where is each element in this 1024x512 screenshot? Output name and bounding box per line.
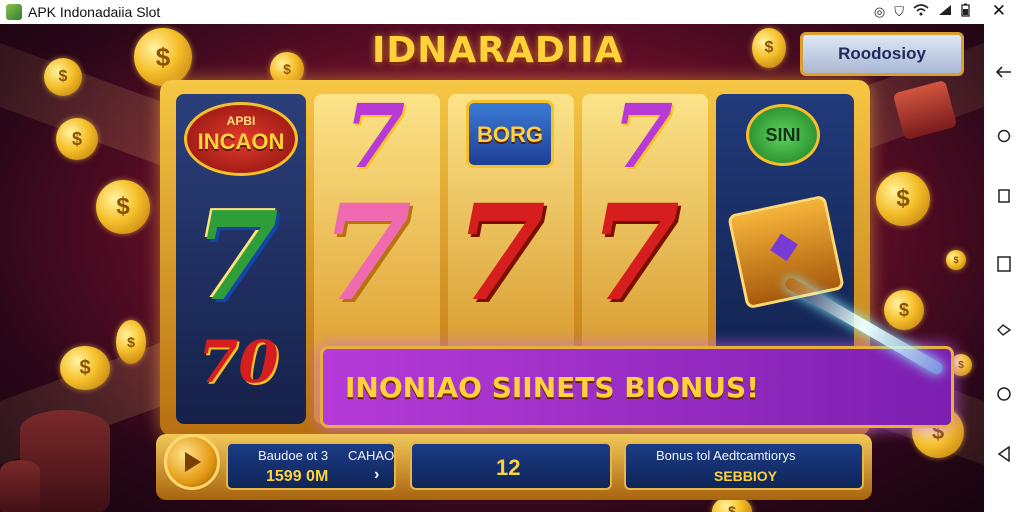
seven-symbol: 7 [612, 94, 674, 188]
back-arrow-icon[interactable] [994, 62, 1014, 82]
circle-button-icon[interactable] [994, 384, 1014, 404]
triangle-back-icon[interactable] [994, 444, 1014, 464]
bonus-box[interactable]: Bonus tol Aedtcamtiorys SEBBIOY [624, 442, 864, 490]
badge-main-text: INCAON [197, 129, 285, 154]
square-icon[interactable] [994, 186, 1014, 206]
coin-icon: $ [60, 346, 110, 390]
seven-symbol: 7 [588, 176, 680, 331]
play-icon [185, 452, 201, 472]
coin-icon: $ [752, 28, 786, 68]
status-icons: ◎ ⛉ [874, 3, 970, 20]
recent-apps-icon[interactable] [994, 254, 1014, 274]
seven-symbol: 7 [320, 176, 412, 331]
balance-value: 1599 0M [266, 468, 329, 485]
reel-3-badge: BORG [466, 100, 554, 168]
treasure-chest-icon [727, 194, 845, 310]
badge-text: BORG [477, 122, 543, 147]
top-menu-button[interactable]: Roodosioy [800, 32, 964, 76]
close-button[interactable]: ✕ [992, 1, 1006, 21]
spin-button[interactable] [164, 434, 220, 490]
balance-box[interactable]: Baudoe ot 3 CAHAO 1599 0M › [226, 442, 396, 490]
seven-symbol: 7 [454, 176, 546, 331]
rotate-icon[interactable] [994, 320, 1014, 340]
bonus-banner-text: INONIAO SIINETS BIONUS! [345, 371, 759, 404]
badge-text: SINI [765, 124, 801, 145]
coin-icon: $ [116, 320, 146, 364]
bet-box[interactable]: 12 [410, 442, 612, 490]
seven-zero-symbol: 70 [198, 328, 279, 396]
coin-icon: $ [876, 172, 930, 226]
coin-icon: $ [96, 180, 150, 234]
game-logo: IDNARADIIA [372, 30, 624, 71]
bonus-banner[interactable]: INONIAO SIINETS BIONUS! [320, 346, 954, 428]
coin-icon: $ [134, 28, 192, 86]
balance-label: Baudoe ot 3 [258, 448, 329, 463]
signal-icon [938, 4, 952, 19]
coin-icon: $ [884, 290, 924, 330]
status-bar: APK Indonadaiia Slot ◎ ⛉ ✕ [0, 0, 1024, 24]
balance-label-b: CAHAO [348, 448, 395, 463]
bonus-label: Bonus tol Aedtcamtiorys [656, 448, 796, 463]
home-circle-icon[interactable] [994, 126, 1014, 146]
window-title: APK Indonadaiia Slot [28, 4, 161, 20]
reel-5-badge: SINI [746, 104, 820, 166]
gem-icon [770, 233, 798, 262]
chevron-right-icon: › [374, 466, 380, 483]
wifi-icon [913, 4, 929, 19]
decor-cylinder [0, 460, 40, 512]
seven-symbol: 7 [344, 94, 406, 188]
coin-icon: $ [44, 58, 82, 96]
coin-icon: $ [946, 250, 966, 270]
seven-symbol: 7 [194, 184, 279, 328]
bet-value: 12 [496, 455, 521, 480]
reel-1-top-badge: APBI INCAON [184, 102, 298, 176]
shield-icon: ⛉ [894, 3, 904, 19]
location-icon: ◎ [873, 3, 886, 19]
navigation-panel [984, 24, 1024, 512]
game-stage: $ $ $ $ $ $ $ $ $ $ $ $ $ $ IDNARADIIA R… [0, 24, 984, 512]
bonus-value: SEBBIOY [714, 468, 778, 484]
app-icon [6, 4, 22, 20]
reel-1: APBI INCAON 7 70 [176, 94, 306, 424]
battery-icon [961, 3, 970, 20]
coin-icon: $ [56, 118, 98, 160]
